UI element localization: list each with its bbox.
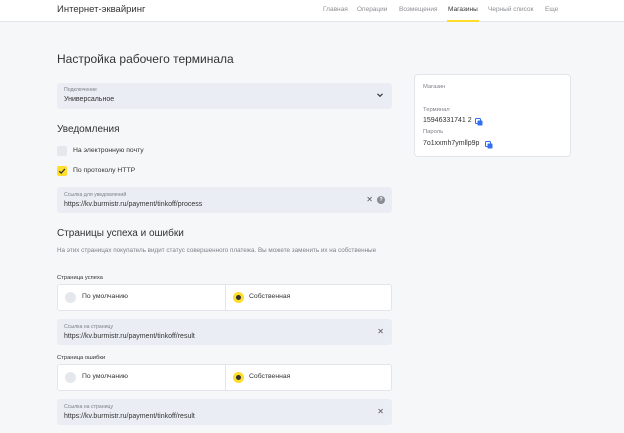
clear-icon[interactable]: ✕ — [377, 327, 384, 337]
chevron-down-icon — [377, 93, 383, 98]
clear-icon[interactable]: ✕ — [377, 407, 384, 417]
error-url-value: https://kv.burmistr.ru/payment/tinkoff/r… — [64, 413, 195, 420]
error-page-radio-group: По умолчанию Собственная — [57, 364, 392, 391]
notification-url-label: Ссылка для уведомлений — [64, 192, 127, 198]
app-title: Интернет-эквайринг — [57, 4, 146, 15]
connection-label: Подключение — [64, 87, 97, 93]
nav-item-shops[interactable]: Магазины — [448, 6, 478, 13]
password-value: 7o1xxmh7ymllp9p — [423, 140, 480, 147]
http-checkbox-label: По протоколу HTTP — [73, 167, 136, 174]
notification-url-value: https://kv.burmistr.ru/payment/tinkoff/p… — [64, 201, 203, 208]
shop-card-title: Магазин — [423, 84, 446, 90]
error-custom-label[interactable]: Собственная — [249, 373, 290, 380]
error-default-radio[interactable] — [65, 372, 76, 383]
nav-item-main[interactable]: Главная — [323, 6, 348, 13]
error-custom-radio[interactable] — [233, 372, 244, 383]
success-url-field[interactable]: Ссылка на страницу https://kv.burmistr.r… — [57, 319, 392, 345]
terminal-label: Терминал — [423, 107, 450, 113]
error-url-field[interactable]: Ссылка на страницу https://kv.burmistr.r… — [57, 399, 392, 425]
page-title: Настройка рабочего терминала — [57, 52, 234, 66]
help-icon[interactable]: ? — [377, 196, 385, 204]
copy-icon[interactable] — [475, 118, 483, 126]
password-label: Пароль — [423, 129, 444, 135]
success-custom-label[interactable]: Собственная — [249, 293, 290, 300]
success-default-radio[interactable] — [65, 292, 76, 303]
success-page-radio-group: По умолчанию Собственная — [57, 284, 392, 311]
checkmark-icon — [58, 168, 66, 175]
top-bar: Интернет-эквайринг Главная Операции Возм… — [0, 0, 624, 22]
terminal-value: 15946331741 2 — [423, 117, 472, 124]
success-page-label: Страница успеха — [57, 275, 103, 281]
pages-description: На этих страницах покупатель видит стату… — [57, 247, 377, 254]
success-url-label: Ссылка на страницу — [64, 324, 114, 330]
error-default-label[interactable]: По умолчанию — [82, 373, 128, 380]
notifications-title: Уведомления — [57, 124, 120, 135]
email-checkbox[interactable] — [57, 146, 67, 156]
radio-divider — [225, 365, 226, 390]
shop-info-card: Магазин Терминал 15946331741 2 Пароль 7o… — [414, 74, 571, 157]
radio-divider — [225, 285, 226, 310]
error-page-label: Страница ошибки — [57, 355, 106, 361]
connection-select[interactable]: Подключение Универсальное — [57, 83, 392, 109]
nav-item-operations[interactable]: Операции — [357, 6, 387, 13]
nav-item-blacklist[interactable]: Черный список — [488, 6, 533, 13]
nav-item-refunds[interactable]: Возмещения — [399, 6, 438, 13]
nav-active-indicator — [447, 20, 479, 22]
success-custom-radio[interactable] — [233, 292, 244, 303]
success-url-value: https://kv.burmistr.ru/payment/tinkoff/r… — [64, 333, 195, 340]
pages-title: Страницы успеха и ошибки — [57, 228, 184, 239]
copy-icon[interactable] — [485, 141, 493, 149]
connection-value: Универсальное — [64, 96, 115, 103]
clear-icon[interactable]: ✕ — [366, 195, 373, 205]
error-url-label: Ссылка на страницу — [64, 404, 114, 410]
email-checkbox-label: На электронную почту — [73, 147, 144, 154]
success-default-label[interactable]: По умолчанию — [82, 293, 128, 300]
notification-url-field[interactable]: Ссылка для уведомлений https://kv.burmis… — [57, 187, 392, 213]
http-checkbox[interactable] — [57, 166, 67, 176]
nav-item-more[interactable]: Еще — [545, 6, 558, 13]
